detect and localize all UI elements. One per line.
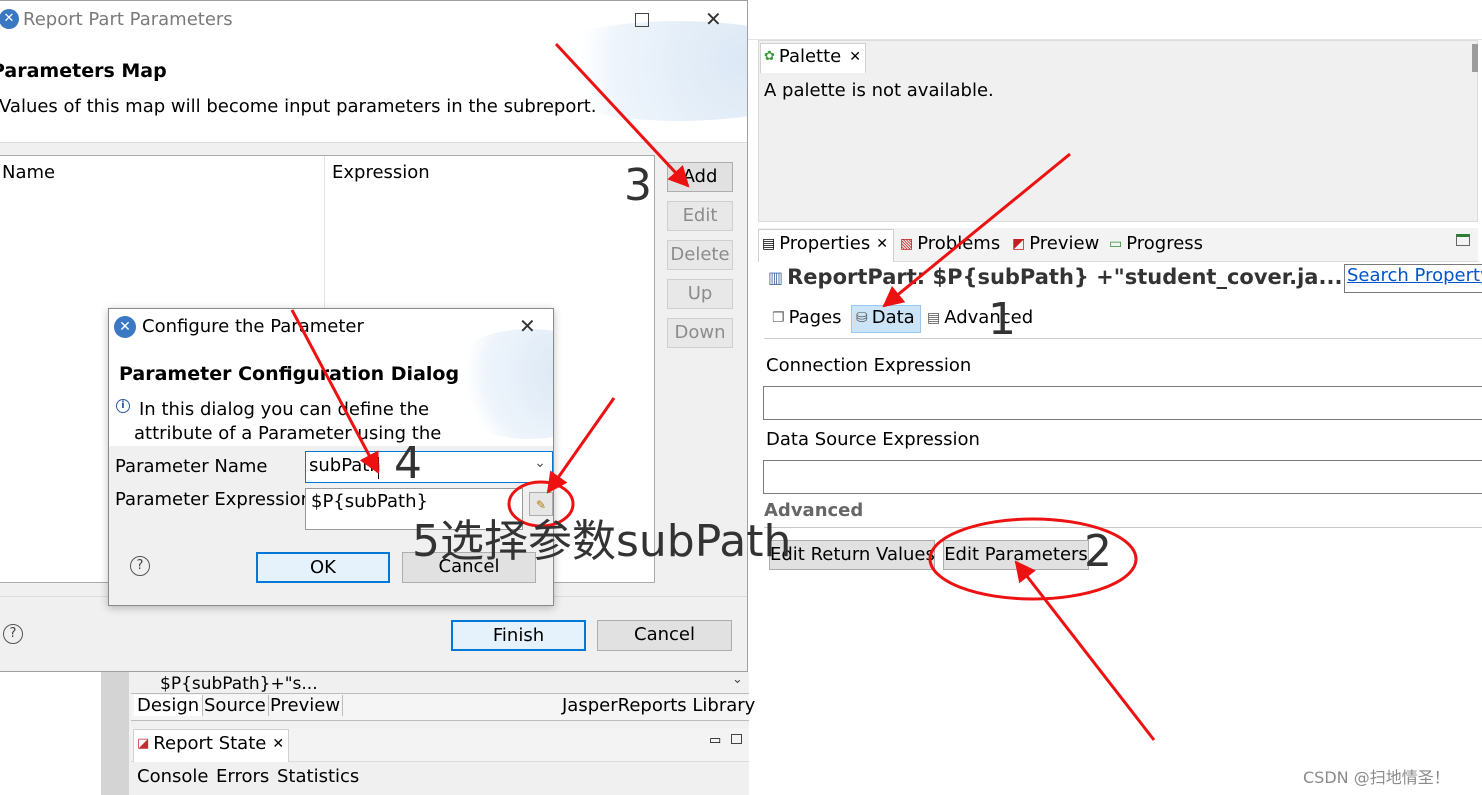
info-line-1: In this dialog you can define the: [139, 399, 430, 420]
subtab-pages[interactable]: ❐ Pages: [772, 307, 842, 328]
dialog-title: Report Part Parameters: [23, 9, 233, 30]
column-header-expression[interactable]: Expression: [332, 162, 430, 183]
palette-tab-content: ✿ Palette ✕: [764, 46, 861, 67]
edit-return-values-button[interactable]: Edit Return Values: [769, 540, 935, 570]
parameter-name-combo[interactable]: subPath ⌄: [305, 451, 553, 483]
report-state-label: Report State: [153, 733, 267, 754]
parameter-expression-value: $P{subPath}: [311, 491, 428, 512]
annotation-step-2: 2: [1084, 526, 1112, 577]
add-button[interactable]: Add: [667, 162, 733, 192]
progress-icon: ▭: [1109, 235, 1123, 252]
ide-top-strip: [748, 0, 1482, 40]
connection-expression-label: Connection Expression: [766, 355, 972, 376]
search-property-label: Search Property: [1347, 265, 1482, 286]
palette-right-edge: [1472, 44, 1478, 72]
subtabs-divider: [764, 338, 1482, 339]
properties-title-row: ▥ ReportPart: $P{subPath} +"student_cove…: [768, 265, 1342, 289]
tab-properties[interactable]: ▤ Properties ✕: [762, 233, 888, 254]
expression-snippet: $P{subPath}+"s...: [160, 674, 318, 694]
tab-progress[interactable]: ▭ Progress: [1109, 233, 1203, 254]
annotation-step-5: 5选择参数subPath: [412, 516, 792, 567]
parameter-name-value: subPath: [309, 455, 381, 476]
subtab-pages-label: Pages: [788, 307, 842, 328]
tab-design[interactable]: Design: [134, 695, 204, 716]
info-icon: i: [116, 399, 130, 413]
tab-source[interactable]: Source: [202, 695, 269, 716]
text-cursor: [378, 457, 379, 479]
expression-editor-button[interactable]: ✎: [529, 492, 553, 516]
preview-icon: ◩: [1012, 235, 1026, 252]
annotation-step-1: 1: [988, 294, 1016, 345]
maximize-icon[interactable]: [731, 734, 742, 744]
palette-tab-label: Palette: [778, 46, 842, 67]
tab-preview-label: Preview: [1029, 233, 1100, 254]
errors-tab[interactable]: Errors: [216, 766, 269, 787]
param-dialog-title: Configure the Parameter: [142, 316, 364, 337]
help-icon[interactable]: ?: [130, 556, 150, 576]
advanced-icon: ▤: [927, 309, 941, 326]
up-button[interactable]: Up: [667, 279, 733, 309]
statistics-tab[interactable]: Statistics: [277, 766, 359, 787]
subtab-advanced[interactable]: ▤ Advanced: [927, 307, 1033, 328]
palette-icon: ✿: [764, 49, 775, 64]
tab-preview-editor[interactable]: Preview: [268, 695, 344, 716]
console-tab[interactable]: Console: [137, 766, 208, 787]
subtab-data[interactable]: ⛁ Data: [856, 307, 915, 328]
help-icon[interactable]: ?: [3, 624, 23, 644]
close-icon[interactable]: ✕: [705, 7, 722, 31]
annotation-step-4: 4: [394, 438, 422, 489]
editor-scroll-chevron-icon[interactable]: ⌄: [732, 672, 743, 687]
down-button[interactable]: Down: [667, 318, 733, 348]
expression-editor-icon: ✎: [535, 498, 547, 512]
datasource-expression-field[interactable]: [763, 460, 1482, 494]
palette-view: [758, 40, 1478, 222]
dialog-description: Values of this map will become input par…: [0, 96, 597, 117]
tab-problems-label: Problems: [917, 233, 1001, 254]
tab-preview[interactable]: ◩ Preview: [1012, 233, 1099, 254]
tab-progress-label: Progress: [1126, 233, 1204, 254]
connection-expression-field[interactable]: [763, 386, 1482, 420]
close-icon[interactable]: ✕: [876, 236, 888, 252]
properties-title: ReportPart: $P{subPath} +"student_cover.…: [787, 265, 1343, 289]
datasource-expression-label: Data Source Expression: [766, 429, 980, 450]
edit-button[interactable]: Edit: [667, 201, 733, 231]
column-divider: [324, 156, 325, 316]
properties-icon: ▤: [762, 235, 776, 252]
app-icon: ✕: [0, 9, 19, 29]
edit-parameters-button[interactable]: Edit Parameters: [943, 540, 1089, 570]
app-icon: ✕: [114, 316, 136, 338]
report-state-icon: ◪: [137, 736, 150, 751]
close-icon[interactable]: ✕: [272, 736, 284, 752]
palette-message: A palette is not available.: [764, 80, 994, 101]
editor-left-gutter: [101, 672, 129, 795]
cancel-button[interactable]: Cancel: [597, 620, 732, 651]
column-header-name[interactable]: Name: [2, 162, 55, 183]
parameter-expression-label: Parameter Expression: [115, 489, 313, 510]
close-icon[interactable]: ✕: [519, 314, 536, 338]
parameter-name-label: Parameter Name: [115, 456, 268, 477]
maximize-view-icon[interactable]: [1456, 234, 1470, 246]
ok-button[interactable]: OK: [256, 552, 390, 583]
advanced-section-divider: [764, 527, 1482, 528]
watermark: CSDN @扫地情圣！: [1303, 768, 1450, 787]
param-dialog-heading: Parameter Configuration Dialog: [119, 363, 460, 385]
subtab-data-label: Data: [871, 307, 915, 328]
annotation-step-3: 3: [624, 160, 652, 211]
finish-button[interactable]: Finish: [451, 620, 586, 651]
delete-button[interactable]: Delete: [667, 240, 733, 270]
dialog-heading: Parameters Map: [0, 60, 167, 82]
problems-icon: ▧: [900, 235, 914, 252]
maximize-icon[interactable]: [635, 13, 649, 27]
search-property-field[interactable]: Search Property: [1344, 264, 1482, 293]
report-state-tab-content: ◪ Report State ✕: [137, 733, 284, 754]
jasperreports-library-label: JasperReports Library: [562, 695, 756, 716]
minimize-icon[interactable]: ▭: [709, 733, 721, 748]
chevron-down-icon[interactable]: ⌄: [534, 455, 546, 471]
pages-icon: ❐: [772, 309, 785, 326]
tab-properties-label: Properties: [779, 233, 871, 254]
close-icon[interactable]: ✕: [849, 49, 861, 65]
database-icon: ⛁: [856, 309, 868, 326]
report-part-icon: ▥: [768, 267, 784, 287]
tab-problems[interactable]: ▧ Problems: [900, 233, 1000, 254]
